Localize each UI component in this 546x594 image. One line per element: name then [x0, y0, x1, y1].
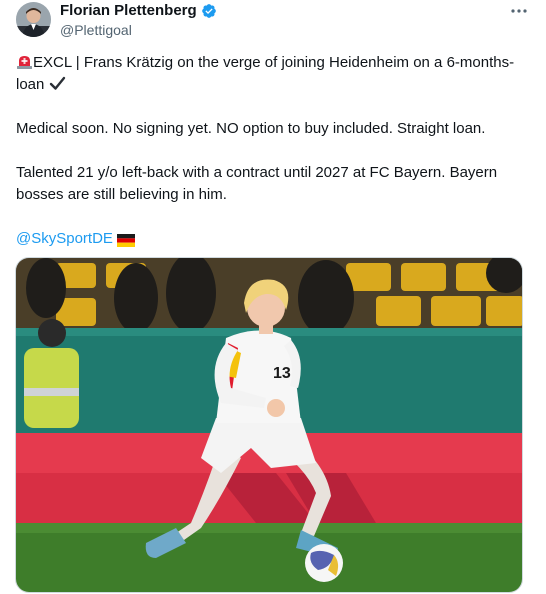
tweet-text: EXCL | Frans Krätzig on the verge of joi…: [16, 52, 530, 272]
tweet: Florian Plettenberg @Plettigoal EXCL | F…: [0, 0, 546, 594]
tweet-header: Florian Plettenberg @Plettigoal: [60, 2, 530, 42]
author-name[interactable]: Florian Plettenberg: [60, 2, 197, 20]
avatar-image: [16, 2, 51, 37]
avatar[interactable]: [16, 2, 51, 37]
germany-flag-icon: [117, 231, 136, 248]
more-dots-icon[interactable]: [508, 2, 530, 20]
tweet-line-mention: @SkySportDE: [16, 228, 530, 250]
verified-badge-icon: [201, 3, 217, 19]
tweet-line-medical: Medical soon. No signing yet. NO option …: [16, 120, 486, 137]
football-player-photo: 13: [16, 258, 522, 592]
tweet-line-headline: EXCL | Frans Krätzig on the verge of joi…: [16, 52, 530, 96]
shirt-number: 13: [273, 365, 291, 382]
tweet-line-contract: Talented 21 y/o left-back with a contrac…: [16, 164, 498, 203]
headline-text: EXCL | Frans Krätzig on the verge of joi…: [16, 54, 515, 93]
checkmark-icon: [49, 75, 66, 92]
mention-link[interactable]: @SkySportDE: [16, 230, 113, 247]
tweet-media-photo[interactable]: 13: [15, 257, 523, 593]
author-handle[interactable]: @Plettigoal: [60, 21, 530, 39]
siren-icon: [16, 53, 33, 70]
